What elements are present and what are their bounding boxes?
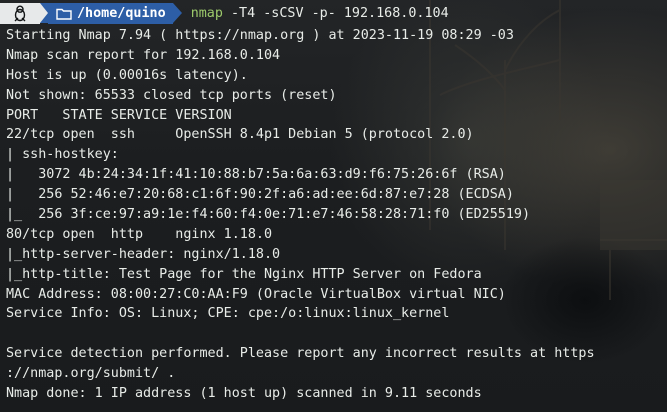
output-line: | 256 52:46:e7:20:68:c1:6f:90:2f:a6:ad:e… bbox=[6, 187, 514, 203]
output-line: 22/tcp open ssh OpenSSH 8.4p1 Debian 5 (… bbox=[6, 127, 474, 143]
nmap-scan-output: Starting Nmap 7.94 ( https://nmap.org ) … bbox=[6, 26, 667, 324]
command-name: nmap bbox=[190, 5, 223, 21]
output-line: MAC Address: 08:00:27:C0:AA:F9 (Oracle V… bbox=[6, 286, 506, 302]
output-line: | ssh-hostkey: bbox=[6, 147, 127, 163]
prompt-separator bbox=[172, 3, 182, 23]
terminal-window[interactable]: /home/quino nmap -T4 -sCSV -p- 192.168.0… bbox=[0, 0, 667, 412]
output-line: |_http-server-header: nginx/1.18.0 bbox=[6, 246, 281, 262]
output-line: ://nmap.org/submit/ . bbox=[6, 366, 176, 382]
output-line: |_ 256 3f:ce:97:a9:1e:f4:60:f4:0e:71:e7:… bbox=[6, 207, 531, 223]
prompt-directory-segment: /home/quino bbox=[48, 2, 173, 24]
folder-icon bbox=[56, 8, 72, 20]
output-line: Host is up (0.00016s latency). bbox=[6, 67, 248, 83]
prompt-separator bbox=[40, 3, 48, 23]
output-line: 80/tcp open http nginx 1.18.0 bbox=[6, 226, 273, 242]
command-args: -T4 -sCSV -p- 192.168.0.104 bbox=[222, 5, 449, 21]
prompt-directory: /home/quino bbox=[77, 5, 166, 21]
nmap-summary-output: Service detection performed. Please repo… bbox=[6, 344, 667, 404]
prompt-line: /home/quino nmap -T4 -sCSV -p- 192.168.0… bbox=[0, 0, 667, 26]
output-line: Service Info: OS: Linux; CPE: cpe:/o:lin… bbox=[6, 306, 450, 322]
output-line: |_http-title: Test Page for the Nginx HT… bbox=[6, 266, 482, 282]
output-line: Not shown: 65533 closed tcp ports (reset… bbox=[6, 87, 337, 103]
output-line: Service detection performed. Please repo… bbox=[6, 346, 595, 362]
output-line: Nmap done: 1 IP address (1 host up) scan… bbox=[6, 386, 482, 402]
terminal-output: /home/quino nmap -T4 -sCSV -p- 192.168.0… bbox=[0, 0, 667, 404]
prompt-command: nmap -T4 -sCSV -p- 192.168.0.104 bbox=[191, 6, 449, 21]
output-line: Nmap scan report for 192.168.0.104 bbox=[6, 47, 281, 63]
output-line: Starting Nmap 7.94 ( https://nmap.org ) … bbox=[6, 28, 514, 43]
output-line: | 3072 4b:24:34:1f:41:10:88:b7:5a:6a:63:… bbox=[6, 167, 506, 183]
output-line: PORT STATE SERVICE VERSION bbox=[6, 107, 232, 123]
linux-tux-icon bbox=[0, 2, 40, 24]
